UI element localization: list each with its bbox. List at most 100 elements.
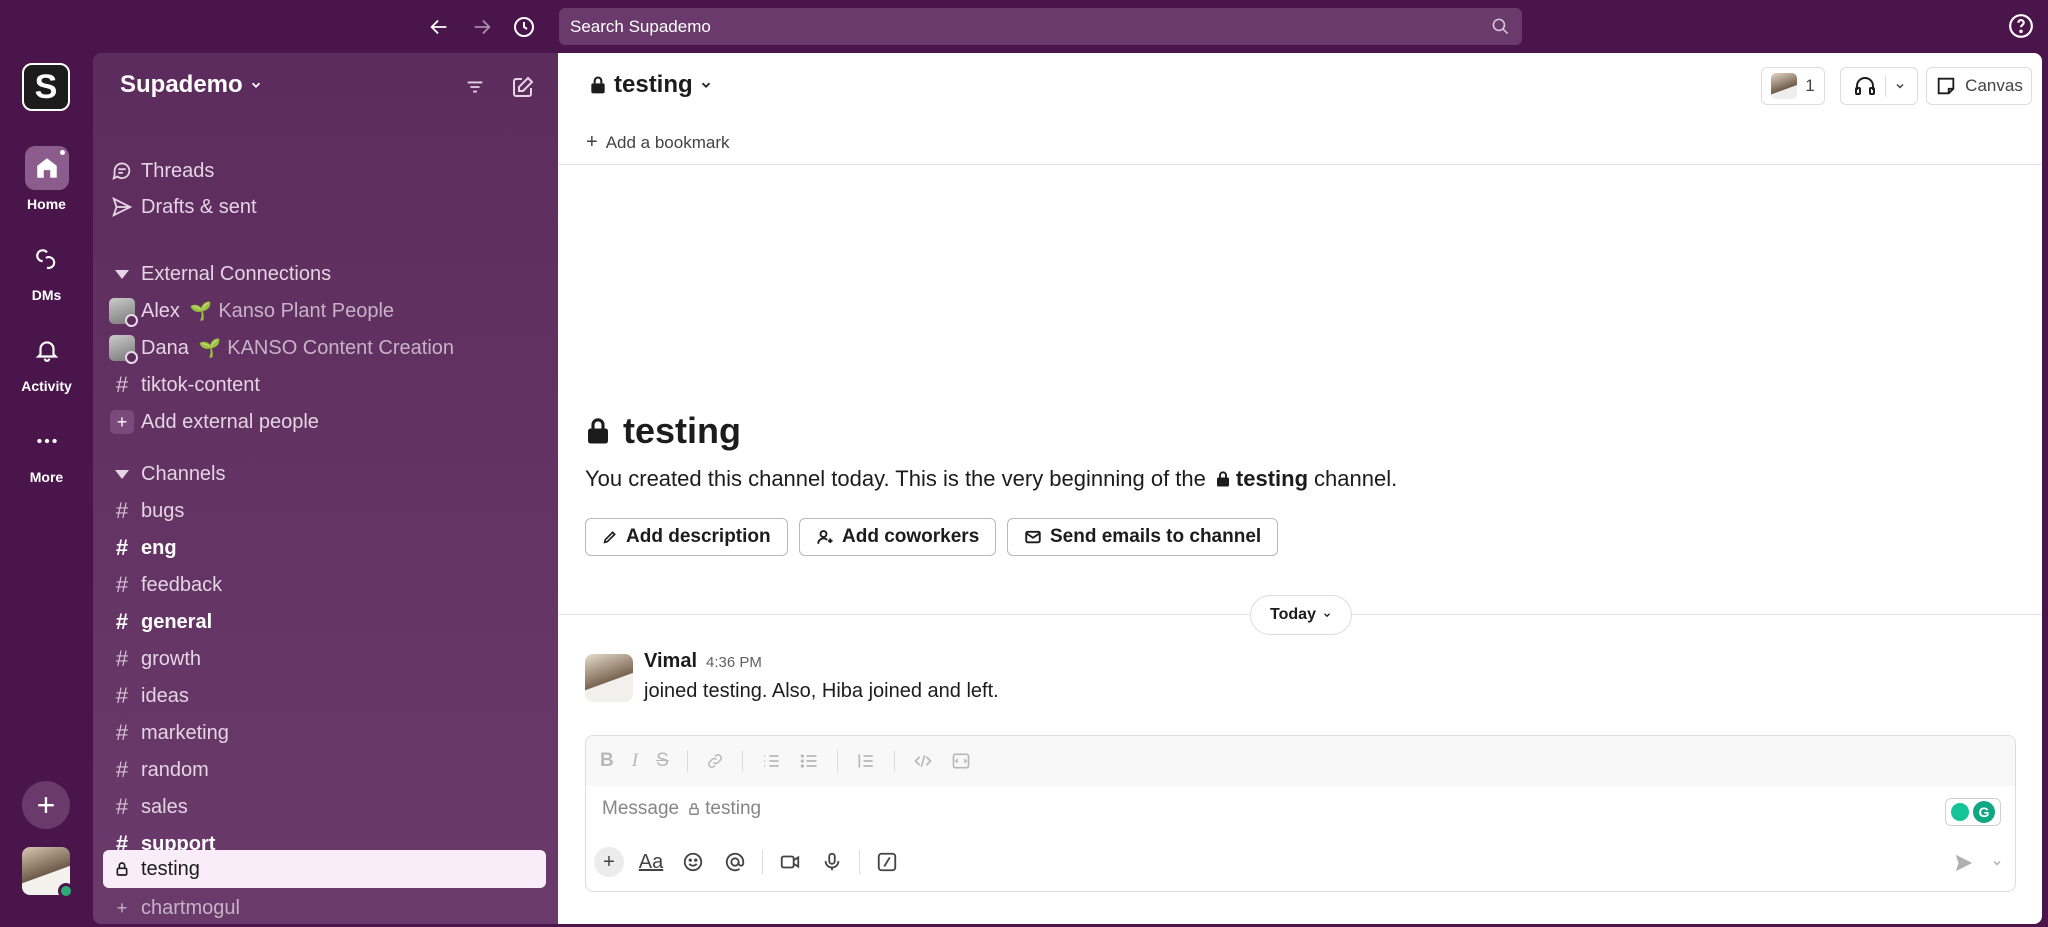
more-icon [25, 419, 69, 463]
dm-icon [25, 237, 69, 281]
blockquote-icon[interactable] [856, 751, 876, 771]
message-timestamp[interactable]: 4:36 PM [706, 654, 762, 671]
add-external-people-button[interactable]: + Add external people [103, 405, 546, 439]
channel-label: growth [141, 647, 202, 670]
add-workspace-button[interactable]: + [22, 781, 70, 829]
history-clock-icon[interactable] [509, 12, 539, 42]
formatting-toolbar: B I S [586, 736, 2015, 786]
home-icon [24, 146, 69, 190]
channel-title-button[interactable]: testing [588, 71, 713, 99]
message-text: joined testing. Also, Hiba joined and le… [644, 680, 999, 702]
channel-label: random [141, 758, 209, 781]
chevron-down-icon [1895, 83, 1904, 89]
formatting-toggle-icon[interactable]: Aa [636, 847, 666, 877]
message-input[interactable]: Message testing [602, 798, 761, 820]
button-label: Add coworkers [842, 526, 980, 547]
sidebar-item-threads[interactable]: Threads [103, 154, 546, 188]
hash-icon: # [115, 683, 129, 708]
sprout-icon: 🌱 [198, 337, 222, 358]
canvas-label: Canvas [1965, 76, 2023, 95]
avatar [1771, 73, 1798, 99]
help-icon[interactable] [2008, 13, 2034, 44]
code-icon[interactable] [913, 751, 933, 771]
send-icon[interactable] [1953, 852, 1975, 879]
grammarly-icon: G [1973, 801, 1995, 823]
lock-icon [103, 861, 141, 877]
strikethrough-icon[interactable]: S [656, 750, 669, 772]
rail-item-dms[interactable]: DMs [0, 237, 93, 303]
sidebar-item-tiktok-content[interactable]: # tiktok-content [103, 368, 546, 402]
search-input[interactable]: Search Supademo [559, 8, 1522, 45]
hash-icon: # [115, 372, 129, 397]
canvas-button[interactable]: Canvas [1926, 67, 2032, 105]
add-description-button[interactable]: Add description [585, 518, 788, 556]
send-emails-button[interactable]: Send emails to channel [1007, 518, 1279, 556]
caret-down-icon [115, 269, 129, 279]
channel-label: feedback [141, 573, 223, 596]
message-author[interactable]: Vimal [644, 650, 697, 673]
sidebar-item-label: Drafts & sent [141, 195, 257, 218]
section-label: Channels [141, 462, 226, 485]
video-icon[interactable] [775, 847, 805, 877]
slash-command-icon[interactable] [872, 847, 902, 877]
sidebar-item-sales[interactable]: # sales [103, 790, 546, 824]
italic-icon[interactable]: I [632, 750, 638, 772]
huddle-button[interactable] [1840, 67, 1918, 105]
sidebar-item-marketing[interactable]: # marketing [103, 716, 546, 750]
message-avatar[interactable] [585, 654, 633, 702]
ordered-list-icon[interactable] [761, 751, 781, 771]
chevron-down-icon[interactable] [1991, 856, 2003, 874]
mention-icon[interactable] [720, 847, 750, 877]
sidebar-item-label: Add external people [141, 410, 319, 433]
microphone-icon[interactable] [817, 847, 847, 877]
email-icon [1025, 530, 1041, 544]
section-external-connections[interactable]: External Connections [103, 257, 546, 291]
hash-icon: # [115, 794, 129, 819]
sidebar-item-feedback[interactable]: # feedback [103, 568, 546, 602]
add-bookmark-button[interactable]: + Add a bookmark [586, 131, 729, 154]
sidebar-item-drafts[interactable]: Drafts & sent [103, 190, 546, 224]
lock-icon [689, 803, 699, 815]
sidebar-item-bugs[interactable]: # bugs [103, 494, 546, 528]
attach-plus-button[interactable]: + [594, 847, 624, 877]
sidebar-item-label: Threads [141, 159, 215, 182]
intro-channel-link[interactable]: testing [1236, 466, 1308, 492]
code-block-icon[interactable] [951, 751, 971, 771]
grammarly-widget[interactable]: G [1945, 798, 2001, 826]
workspace-logo[interactable]: S [22, 63, 70, 111]
hash-icon: # [115, 646, 129, 671]
emoji-icon[interactable] [678, 847, 708, 877]
workspace-menu[interactable]: Supademo [120, 71, 263, 99]
channel-intro-text: You created this channel today. This is … [585, 466, 1397, 492]
rail-item-activity[interactable]: Activity [0, 328, 93, 394]
channel-label: ideas [141, 684, 189, 707]
rail-item-home[interactable]: Home [0, 146, 93, 212]
sidebar-item-dm-dana[interactable]: Dana 🌱 KANSO Content Creation [103, 331, 546, 365]
sidebar-item-chartmogul[interactable]: + chartmogul [103, 891, 546, 924]
sidebar-item-ideas[interactable]: # ideas [103, 679, 546, 713]
link-icon[interactable] [706, 752, 724, 770]
channel-sidebar: Supademo Threads Drafts & sent External … [93, 53, 558, 924]
workspace-name: Supademo [120, 71, 243, 98]
filter-icon[interactable] [461, 73, 489, 101]
section-channels[interactable]: Channels [103, 457, 546, 491]
channel-name: testing [614, 71, 693, 98]
bullet-list-icon[interactable] [799, 751, 819, 771]
members-button[interactable]: 1 [1761, 67, 1825, 105]
rail-item-more[interactable]: More [0, 419, 93, 485]
sidebar-item-random[interactable]: # random [103, 753, 546, 787]
back-arrow-icon[interactable] [424, 12, 454, 42]
channel-view: testing + Add a bookmark 1 Canvas testin… [558, 53, 2042, 924]
bold-icon[interactable]: B [600, 750, 614, 772]
composer-placeholder-channel: testing [705, 798, 762, 819]
sidebar-item-dm-alex[interactable]: Alex 🌱 Kanso Plant People [103, 294, 546, 328]
sidebar-item-growth[interactable]: # growth [103, 642, 546, 676]
forward-arrow-icon[interactable] [467, 12, 497, 42]
date-jump-button[interactable]: Today [1250, 595, 1352, 635]
sidebar-item-general[interactable]: # general [103, 605, 546, 639]
compose-icon[interactable] [509, 73, 537, 101]
add-coworkers-button[interactable]: Add coworkers [799, 518, 997, 556]
canvas-icon [1937, 77, 1955, 95]
sidebar-item-testing[interactable]: testing [103, 850, 546, 888]
sidebar-item-eng[interactable]: # eng [103, 531, 546, 565]
